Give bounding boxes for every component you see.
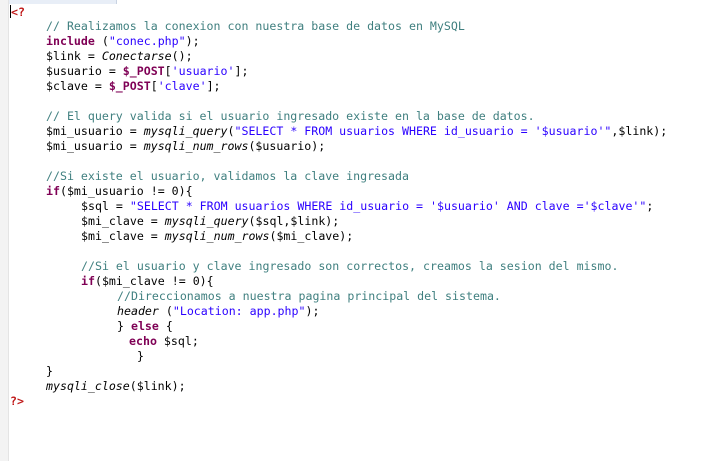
- closing-brace: }: [46, 364, 53, 378]
- code-text: ($mi_clave != 0){: [94, 274, 214, 288]
- code-text: $usuario =: [46, 64, 123, 78]
- code-text: [: [164, 64, 172, 78]
- code-text: ($link);: [129, 379, 186, 393]
- code-line-num-rows: $mi_usuario = mysqli_num_rows($usuario);: [46, 139, 325, 154]
- code-text: );: [185, 34, 200, 48]
- code-text: $mi_clave =: [81, 229, 165, 243]
- string-literal: 'usuario': [171, 64, 235, 78]
- code-line-comment: //Direccionamos a nuestra pagina princip…: [117, 289, 501, 304]
- code-text: $link =: [46, 49, 102, 63]
- code-line-clave: $clave = $_POST['clave'];: [46, 79, 221, 94]
- code-text: $clave =: [46, 79, 109, 93]
- code-line-query: $mi_usuario = mysqli_query("SELECT * FRO…: [46, 124, 667, 139]
- code-text: ($usuario);: [248, 139, 326, 153]
- code-text: }: [117, 319, 131, 333]
- function-name: header: [117, 304, 159, 318]
- code-line-comment: // Realizamos la conexion con nuestra ba…: [46, 19, 465, 34]
- comment: //Si el usuario y clave ingresado son co…: [81, 259, 619, 273]
- code-line-query-clave: $mi_clave = mysqli_query($sql,$link);: [81, 214, 339, 229]
- code-line-brace: }: [46, 364, 53, 379]
- closing-brace: }: [137, 349, 144, 363]
- code-line-if-usuario: if($mi_usuario != 0){: [46, 184, 193, 199]
- function-name: mysqli_query: [143, 124, 228, 138]
- code-line-sql: $sql = "SELECT * FROM usuarios WHERE id_…: [81, 199, 653, 214]
- code-text: ($mi_clave);: [269, 229, 354, 243]
- code-text: ];: [206, 79, 221, 93]
- code-editor[interactable]: <? // Realizamos la conexion con nuestra…: [0, 0, 707, 461]
- code-line-header: header ("Location: app.php");: [117, 304, 319, 319]
- function-name: mysqli_query: [164, 214, 249, 228]
- code-line-comment: //Si el usuario y clave ingresado son co…: [81, 259, 618, 274]
- string-literal: "conec.php": [108, 34, 186, 48]
- code-text: [: [150, 79, 158, 93]
- comment: // Realizamos la conexion con nuestra ba…: [46, 19, 465, 33]
- code-line-include: include ("conec.php");: [46, 34, 200, 49]
- keyword: else: [130, 319, 159, 333]
- function-name: mysqli_num_rows: [143, 139, 249, 153]
- code-line-usuario: $usuario = $_POST['usuario'];: [46, 64, 248, 79]
- comment: // El query valida si el usuario ingresa…: [46, 109, 535, 123]
- code-line-num-rows-clave: $mi_clave = mysqli_num_rows($mi_clave);: [81, 229, 353, 244]
- code-text: $sql;: [156, 334, 199, 348]
- keyword: include: [46, 34, 95, 48]
- code-line-comment: // El query valida si el usuario ingresa…: [46, 109, 535, 124]
- line-gutter: [0, 0, 9, 461]
- code-line-else: } else {: [117, 319, 173, 334]
- code-text: ($sql,$link);: [248, 214, 340, 228]
- string-literal: "SELECT * FROM usuarios WHERE id_usuario…: [234, 124, 612, 138]
- function-name: mysqli_close: [46, 379, 130, 393]
- function-name: Conectarse: [101, 49, 172, 63]
- string-literal: 'clave': [157, 79, 207, 93]
- code-line-echo: echo $sql;: [129, 334, 199, 349]
- code-text: );: [305, 304, 320, 318]
- code-line-if-clave: if($mi_clave != 0){: [81, 274, 214, 289]
- code-line-brace: }: [137, 349, 144, 364]
- superglobal: $_POST: [108, 79, 151, 93]
- editor-tab[interactable]: [0, 0, 117, 4]
- keyword: if: [81, 274, 95, 288]
- code-line-link: $link = Conectarse();: [46, 49, 193, 64]
- keyword: echo: [129, 334, 157, 348]
- superglobal: $_POST: [122, 64, 165, 78]
- code-line-close: mysqli_close($link);: [46, 379, 186, 394]
- code-text: (: [94, 34, 109, 48]
- code-text: $mi_usuario =: [46, 139, 144, 153]
- code-text: {: [158, 319, 173, 333]
- string-literal: "Location: app.php": [172, 304, 306, 318]
- code-text: ,$link);: [611, 124, 668, 138]
- code-text: ];: [234, 64, 249, 78]
- keyword: if: [46, 184, 60, 198]
- code-line-comment: //Si existe el usuario, validamos la cla…: [46, 169, 409, 184]
- php-open-tag: <?: [11, 5, 25, 19]
- code-text: ();: [171, 49, 193, 63]
- code-text: $sql =: [81, 199, 130, 213]
- comment: //Si existe el usuario, validamos la cla…: [46, 169, 409, 183]
- code-text: (: [158, 304, 173, 318]
- code-text: $mi_clave =: [81, 214, 165, 228]
- function-name: mysqli_num_rows: [164, 229, 270, 243]
- comment: //Direccionamos a nuestra pagina princip…: [117, 289, 501, 303]
- code-line-close-tag: ?>: [10, 394, 24, 409]
- string-literal: "SELECT * FROM usuarios WHERE id_usuario…: [129, 199, 647, 213]
- code-text: $mi_usuario =: [46, 124, 144, 138]
- code-text: ;: [646, 199, 654, 213]
- code-text: ($mi_usuario != 0){: [59, 184, 193, 198]
- php-close-tag: ?>: [10, 394, 24, 408]
- code-line-open-tag: <?: [10, 5, 25, 20]
